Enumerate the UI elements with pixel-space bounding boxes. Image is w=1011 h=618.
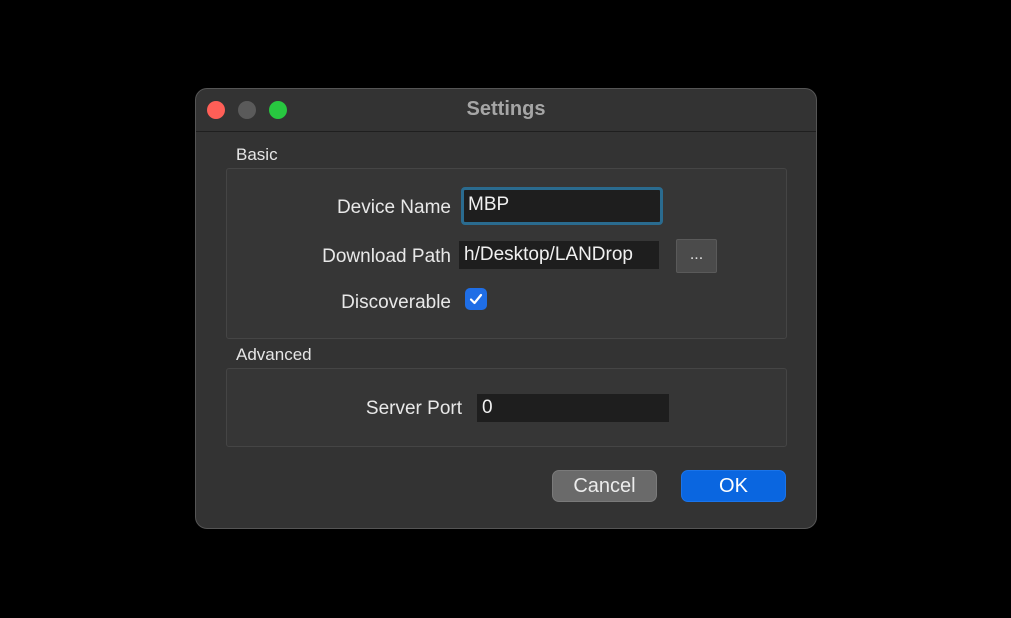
download-path-input[interactable]: h/Desktop/LANDrop	[459, 241, 659, 269]
device-name-label: Device Name	[336, 197, 451, 218]
basic-group-box: Device Name MBP Download Path h/Desktop/…	[226, 168, 787, 339]
title-bar[interactable]: Settings	[196, 89, 816, 132]
basic-section-title: Basic	[236, 145, 278, 164]
server-port-input[interactable]: 0	[477, 394, 669, 422]
discoverable-checkbox[interactable]	[465, 288, 487, 310]
download-path-label: Download Path	[322, 246, 451, 267]
discoverable-label: Discoverable	[341, 292, 451, 313]
browse-button[interactable]: ...	[676, 239, 717, 273]
server-port-label: Server Port	[365, 398, 462, 419]
cancel-button[interactable]: Cancel	[552, 470, 657, 502]
settings-window: Settings Basic Device Name MBP Download …	[195, 88, 817, 529]
ok-button[interactable]: OK	[681, 470, 786, 502]
advanced-section-title: Advanced	[236, 345, 312, 364]
window-title: Settings	[466, 98, 546, 120]
device-name-input[interactable]: MBP	[461, 187, 663, 225]
advanced-group-box: Server Port 0	[226, 368, 787, 447]
checkmark-icon	[469, 293, 483, 305]
